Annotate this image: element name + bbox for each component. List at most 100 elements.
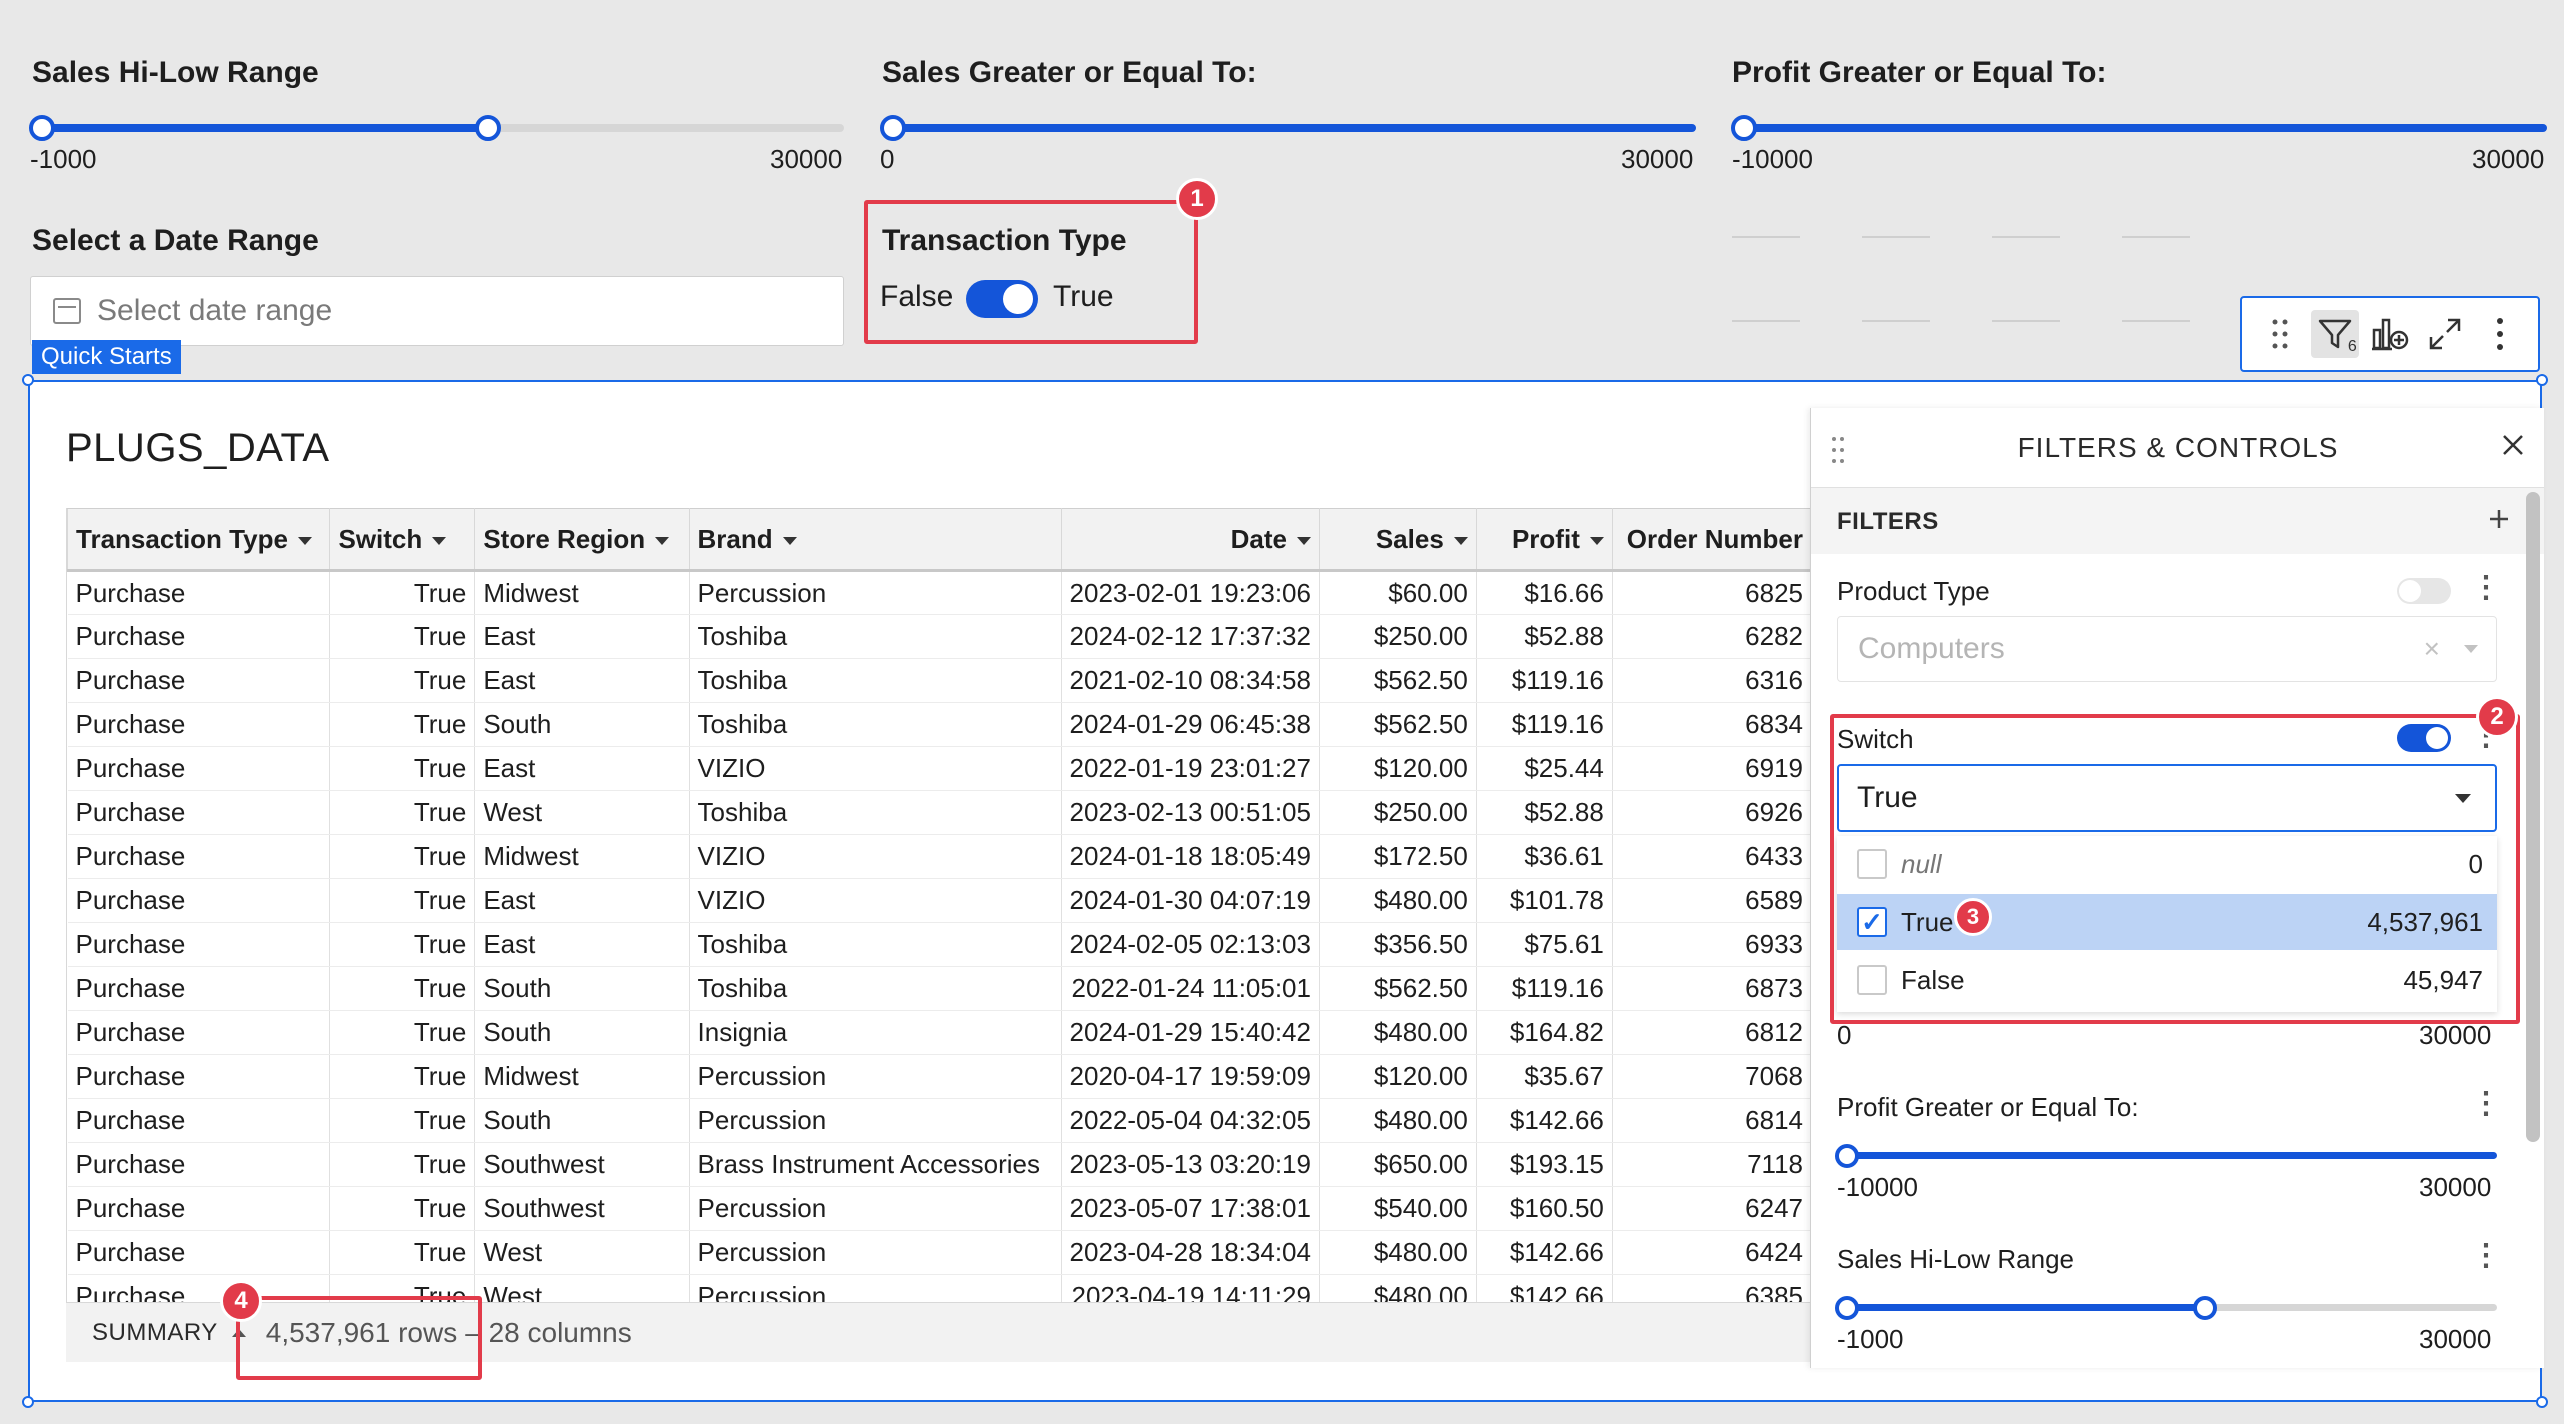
cell-order-number[interactable]: 6873 bbox=[1612, 966, 1812, 1011]
cell-transaction-type[interactable]: Purchase bbox=[67, 1010, 331, 1055]
profit-gte-handle[interactable] bbox=[1731, 115, 1757, 141]
cell-date[interactable]: 2023-05-13 03:20:19 bbox=[1061, 1142, 1320, 1187]
cell-switch[interactable]: True bbox=[329, 569, 476, 615]
panel-profit-gte-handle[interactable] bbox=[1835, 1144, 1859, 1168]
cell-transaction-type[interactable]: Purchase bbox=[67, 1142, 331, 1187]
cell-date[interactable]: 2022-01-19 23:01:27 bbox=[1061, 746, 1320, 791]
column-header-profit[interactable]: Profit bbox=[1475, 508, 1613, 571]
cell-transaction-type[interactable]: Purchase bbox=[67, 746, 331, 791]
more-icon[interactable]: ⋮ bbox=[2471, 570, 2501, 605]
table-row[interactable]: Purchase True Southwest Brass Instrument Ac… bbox=[67, 1142, 1812, 1187]
cell-order-number[interactable]: 6825 bbox=[1612, 569, 1812, 615]
close-icon[interactable] bbox=[2499, 426, 2527, 468]
cell-transaction-type[interactable]: Purchase bbox=[67, 1186, 331, 1231]
cell-transaction-type[interactable]: Purchase bbox=[67, 702, 331, 747]
cell-transaction-type[interactable]: Purchase bbox=[67, 790, 331, 835]
cell-switch[interactable]: True bbox=[329, 966, 476, 1011]
cell-switch[interactable]: True bbox=[329, 790, 476, 835]
cell-transaction-type[interactable]: Purchase bbox=[67, 614, 331, 659]
cell-switch[interactable]: True bbox=[329, 614, 476, 659]
cell-order-number[interactable]: 6812 bbox=[1612, 1010, 1812, 1055]
cell-profit[interactable]: $142.66 bbox=[1476, 1230, 1613, 1275]
cell-store-region[interactable]: Southwest bbox=[474, 1186, 690, 1231]
resize-handle[interactable] bbox=[22, 1396, 34, 1408]
cell-order-number[interactable]: 6433 bbox=[1612, 834, 1812, 879]
cell-date[interactable]: 2023-02-01 19:23:06 bbox=[1061, 569, 1320, 615]
cell-sales[interactable]: $172.50 bbox=[1319, 834, 1477, 879]
cell-sales[interactable]: $60.00 bbox=[1319, 569, 1477, 615]
cell-order-number[interactable]: 6424 bbox=[1612, 1230, 1812, 1275]
cell-profit[interactable]: $193.15 bbox=[1476, 1142, 1613, 1187]
cell-profit[interactable]: $52.88 bbox=[1476, 614, 1613, 659]
cell-profit[interactable]: $52.88 bbox=[1476, 790, 1613, 835]
cell-switch[interactable]: True bbox=[329, 746, 476, 791]
cell-order-number[interactable]: 6247 bbox=[1612, 1186, 1812, 1231]
cell-brand[interactable]: Brass Instrument Accessories bbox=[689, 1142, 1062, 1187]
cell-sales[interactable]: $480.00 bbox=[1319, 878, 1477, 923]
cell-order-number[interactable]: 6834 bbox=[1612, 702, 1812, 747]
cell-store-region[interactable]: West bbox=[474, 1230, 690, 1275]
cell-date[interactable]: 2024-01-29 06:45:38 bbox=[1061, 702, 1320, 747]
cell-brand[interactable]: Insignia bbox=[689, 1010, 1062, 1055]
cell-brand[interactable]: Toshiba bbox=[689, 658, 1062, 703]
cell-date[interactable]: 2023-02-13 00:51:05 bbox=[1061, 790, 1320, 835]
cell-date[interactable]: 2021-02-10 08:34:58 bbox=[1061, 658, 1320, 703]
chevron-down-icon[interactable] bbox=[297, 536, 312, 545]
chevron-down-icon[interactable] bbox=[432, 536, 447, 545]
cell-store-region[interactable]: South bbox=[474, 966, 690, 1011]
cell-store-region[interactable]: Midwest bbox=[474, 834, 690, 879]
resize-handle[interactable] bbox=[2536, 374, 2548, 386]
column-header-switch[interactable]: Switch bbox=[329, 508, 476, 571]
table-row[interactable]: Purchase True East VIZIO 2022-01-19 23:01:27… bbox=[67, 746, 1812, 791]
table-row[interactable]: Purchase True West Percussion 2023-04-28 18:… bbox=[67, 1230, 1812, 1275]
column-header-transaction-type[interactable]: Transaction Type bbox=[67, 508, 331, 571]
chevron-down-icon[interactable] bbox=[655, 536, 670, 545]
cell-switch[interactable]: True bbox=[329, 878, 476, 923]
cell-brand[interactable]: Percussion bbox=[689, 569, 1062, 615]
cell-transaction-type[interactable]: Purchase bbox=[67, 1054, 331, 1099]
cell-brand[interactable]: Percussion bbox=[689, 1098, 1062, 1143]
cell-date[interactable]: 2024-02-12 17:37:32 bbox=[1061, 614, 1320, 659]
table-row[interactable]: Purchase True East Toshiba 2024-02-12 17:37:… bbox=[67, 614, 1812, 659]
cell-switch[interactable]: True bbox=[329, 1054, 476, 1099]
panel-scrollbar[interactable] bbox=[2526, 492, 2540, 1142]
cell-store-region[interactable]: South bbox=[474, 1010, 690, 1055]
cell-order-number[interactable]: 6316 bbox=[1612, 658, 1812, 703]
cell-store-region[interactable]: East bbox=[474, 922, 690, 967]
date-range-input[interactable]: Select date range bbox=[30, 276, 844, 346]
cell-store-region[interactable]: West bbox=[474, 790, 690, 835]
more-icon[interactable]: ⋮ bbox=[2471, 1086, 2501, 1121]
cell-brand[interactable]: Toshiba bbox=[689, 966, 1062, 1011]
cell-profit[interactable]: $164.82 bbox=[1476, 1010, 1613, 1055]
table-row[interactable]: Purchase True East Toshiba 2024-02-05 02:13:… bbox=[67, 922, 1812, 967]
cell-profit[interactable]: $101.78 bbox=[1476, 878, 1613, 923]
cell-brand[interactable]: Percussion bbox=[689, 1230, 1062, 1275]
cell-profit[interactable]: $119.16 bbox=[1476, 658, 1613, 703]
cell-brand[interactable]: Toshiba bbox=[689, 702, 1062, 747]
cell-order-number[interactable]: 6919 bbox=[1612, 746, 1812, 791]
cell-transaction-type[interactable]: Purchase bbox=[67, 966, 331, 1011]
cell-sales[interactable]: $120.00 bbox=[1319, 1054, 1477, 1099]
cell-switch[interactable]: True bbox=[329, 1142, 476, 1187]
cell-sales[interactable]: $250.00 bbox=[1319, 790, 1477, 835]
cell-profit[interactable]: $160.50 bbox=[1476, 1186, 1613, 1231]
cell-profit[interactable]: $16.66 bbox=[1476, 569, 1613, 615]
sales-hilow-low-handle[interactable] bbox=[29, 115, 55, 141]
cell-sales[interactable]: $562.50 bbox=[1319, 966, 1477, 1011]
cell-switch[interactable]: True bbox=[329, 1098, 476, 1143]
cell-sales[interactable]: $480.00 bbox=[1319, 1230, 1477, 1275]
cell-order-number[interactable]: 7068 bbox=[1612, 1054, 1812, 1099]
table-row[interactable]: Purchase True South Toshiba 2024-01-29 06:45… bbox=[67, 702, 1812, 747]
cell-order-number[interactable]: 6282 bbox=[1612, 614, 1812, 659]
cell-brand[interactable]: VIZIO bbox=[689, 746, 1062, 791]
column-header-date[interactable]: Date bbox=[1060, 508, 1320, 571]
add-filter-icon[interactable] bbox=[2487, 498, 2511, 540]
cell-switch[interactable]: True bbox=[329, 1186, 476, 1231]
cell-sales[interactable]: $250.00 bbox=[1319, 614, 1477, 659]
cell-brand[interactable]: Toshiba bbox=[689, 922, 1062, 967]
cell-profit[interactable]: $142.66 bbox=[1476, 1098, 1613, 1143]
cell-store-region[interactable]: East bbox=[474, 658, 690, 703]
cell-order-number[interactable]: 6385 bbox=[1612, 1274, 1812, 1302]
cell-switch[interactable]: True bbox=[329, 834, 476, 879]
product-type-select[interactable]: Computers × bbox=[1837, 616, 2497, 682]
